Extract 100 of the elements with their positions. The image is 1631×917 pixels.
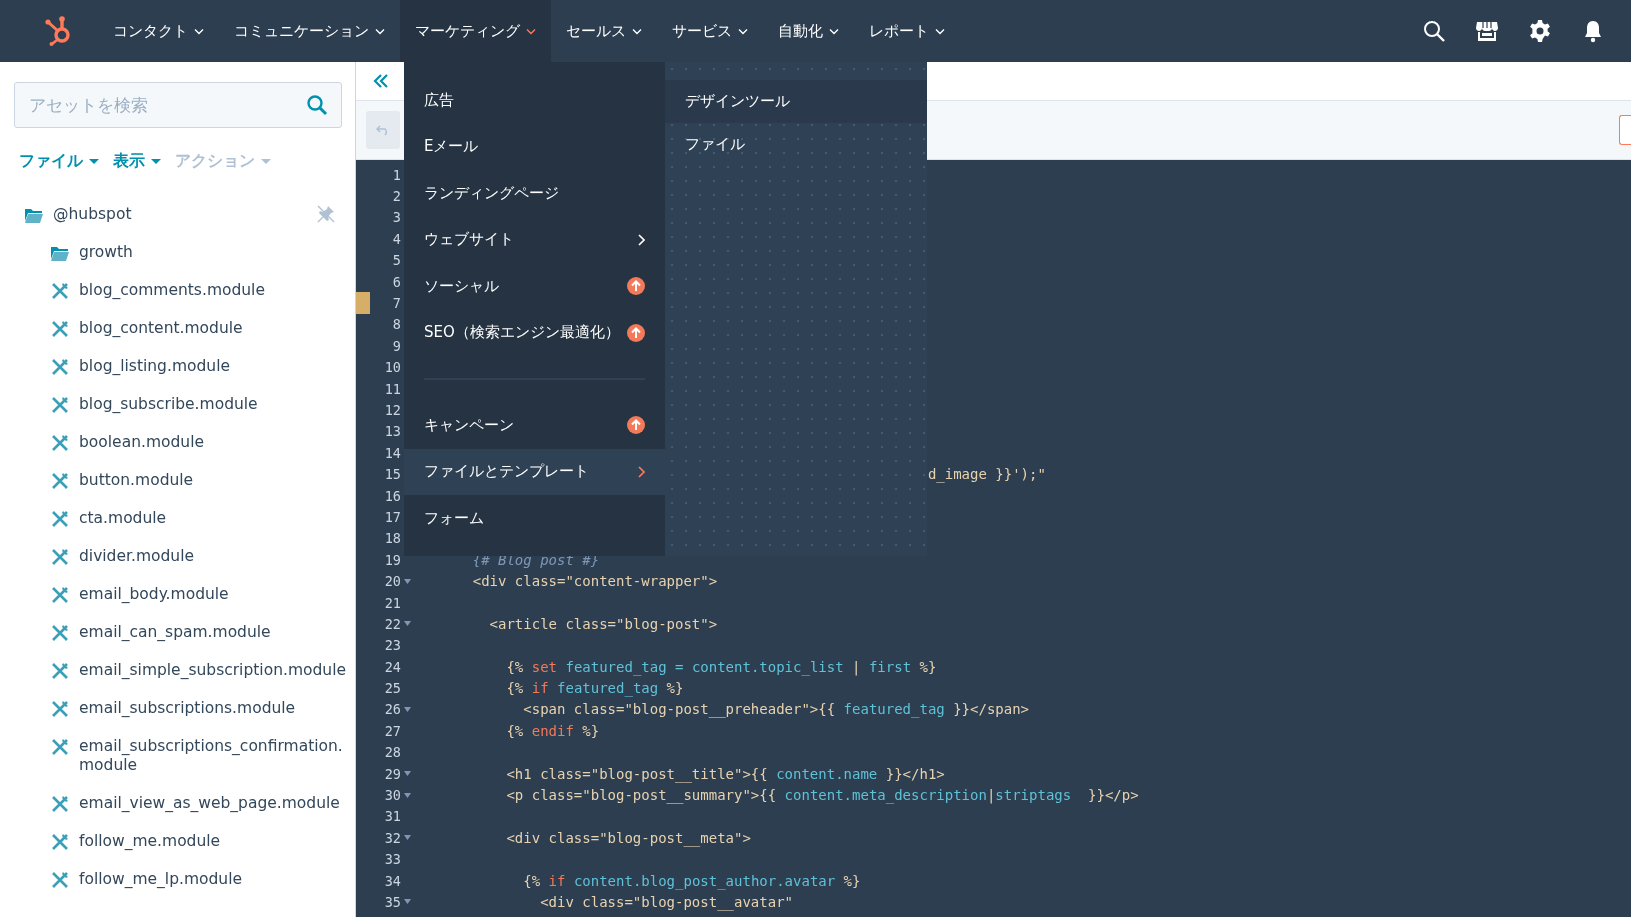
code-line: <div class="blog-post__meta"> [506, 829, 751, 846]
tree-item[interactable]: growth [24, 243, 355, 281]
line-number: 21 [383, 594, 401, 611]
tree-item[interactable]: blog_comments.module [24, 281, 355, 319]
line-number: 17 [383, 508, 401, 525]
nav-menu-item[interactable]: セールス [551, 0, 657, 62]
store-icon[interactable] [1475, 19, 1499, 43]
tree-item[interactable]: button.module [24, 471, 355, 509]
toolbar-button[interactable] [1619, 115, 1631, 145]
tools-icon [50, 358, 70, 376]
tree-item[interactable]: email_subscriptions.module [24, 699, 355, 737]
code-line: <p class="blog-post__summary">{{ content.meta_description|striptags }}</p> [506, 787, 1139, 803]
line-number: 5 [391, 252, 401, 269]
submenu-item[interactable]: デザインツール [665, 80, 927, 123]
nav-menu-item[interactable]: サービス [657, 0, 763, 62]
code-line: <div class="blog-post__avatar" [540, 893, 794, 910]
menu-item[interactable]: SEO（検索エンジン最適化） [404, 309, 665, 356]
menu-item[interactable]: Eメール [404, 123, 665, 170]
tree-item[interactable]: follow_me_lp.module [24, 870, 355, 908]
menu-item[interactable]: フォーム [404, 495, 665, 542]
tree-item[interactable]: divider.module [24, 547, 355, 585]
line-number: 6 [391, 273, 401, 290]
tools-icon [50, 738, 70, 756]
line-number: 34 [383, 872, 401, 889]
undo-icon [376, 124, 390, 136]
line-number: 20 [383, 573, 401, 590]
code-line: {% set featured_tag = content.topic_list | first %} [506, 658, 937, 675]
fold-arrow-icon[interactable] [404, 771, 411, 777]
caret-icon [526, 27, 536, 35]
code-line: d_image }}');" [927, 466, 1046, 483]
collapse-icon[interactable] [372, 73, 390, 89]
tools-icon [50, 662, 70, 680]
tools-icon [50, 795, 70, 813]
tree-item[interactable]: email_body.module [24, 585, 355, 623]
line-number: 28 [383, 744, 401, 761]
tools-icon [50, 586, 70, 604]
tools-icon [50, 871, 70, 889]
fold-arrow-icon[interactable] [404, 578, 411, 584]
caret-icon [632, 27, 642, 35]
tree-item[interactable]: email_simple_subscription.module [24, 661, 355, 699]
line-number: 22 [383, 615, 401, 632]
tree-item[interactable]: blog_content.module [24, 319, 355, 357]
line-number: 10 [383, 359, 401, 376]
tools-icon [50, 434, 70, 452]
caret-icon [829, 27, 839, 35]
fold-arrow-icon[interactable] [404, 899, 411, 905]
caret-icon [738, 27, 748, 35]
chevron-right-icon [637, 233, 645, 246]
submenu-item[interactable]: ファイル [665, 123, 927, 166]
caret-icon [151, 158, 161, 165]
nav-menu-item[interactable]: コンタクト [98, 0, 219, 62]
tools-icon [50, 472, 70, 490]
line-number: 19 [383, 551, 401, 568]
tools-icon [50, 833, 70, 851]
line-number: 29 [383, 765, 401, 782]
nav-menu-item[interactable]: 自動化 [763, 0, 854, 62]
fold-arrow-icon[interactable] [404, 835, 411, 841]
tree-item[interactable]: blog_subscribe.module [24, 395, 355, 433]
menu-item[interactable]: ウェブサイト [404, 216, 665, 263]
nav-menu-item[interactable]: マーケティング [400, 0, 551, 62]
line-number: 30 [383, 787, 401, 803]
search-icon[interactable] [1422, 19, 1446, 43]
code-line: {% if featured_tag %} [506, 680, 684, 697]
menu-item[interactable]: ファイルとテンプレート [404, 448, 665, 495]
menu-item[interactable]: 広告 [404, 77, 665, 124]
fold-arrow-icon[interactable] [404, 621, 411, 627]
menu-item[interactable]: ランディングページ [404, 170, 665, 217]
tree-item[interactable]: follow_me.module [24, 832, 355, 870]
line-number: 25 [383, 680, 401, 697]
line-number: 35 [383, 893, 401, 910]
code-line: <span class="blog-post__preheader">{{ featured_tag }}</span> [523, 701, 1030, 718]
tree-item[interactable]: email_view_as_web_page.module [24, 794, 355, 832]
line-number: 1 [391, 166, 401, 183]
tree-item[interactable]: email_subscriptions_confirmation.module [24, 737, 355, 794]
nav-menu-item[interactable]: コミュニケーション [219, 0, 400, 62]
line-number: 33 [383, 851, 401, 868]
line-number: 15 [383, 466, 401, 483]
folder-icon [50, 244, 70, 262]
menu-item[interactable]: キャンペーン [404, 402, 665, 449]
line-number: 12 [383, 402, 401, 418]
code-line: <div class="content-wrapper"> [472, 573, 718, 590]
line-number: 23 [383, 637, 401, 654]
tree-item[interactable]: @hubspot [24, 205, 355, 243]
fold-arrow-icon[interactable] [404, 792, 411, 798]
caret-icon [935, 27, 945, 35]
tree-item[interactable]: blog_listing.module [24, 357, 355, 395]
fold-arrow-icon[interactable] [404, 706, 411, 712]
line-number: 8 [391, 316, 401, 333]
menu-item[interactable]: ソーシャル [404, 263, 665, 310]
search-field[interactable]: アセットを検索 [14, 82, 342, 128]
line-number: 7 [391, 295, 401, 312]
dropdown-menu[interactable]: ファイル [19, 151, 99, 172]
tree-item[interactable]: cta.module [24, 509, 355, 547]
dropdown-menu[interactable]: 表示 [113, 151, 161, 172]
caret-icon [375, 27, 385, 35]
caret-icon [194, 27, 204, 35]
settings-icon[interactable] [1528, 19, 1552, 43]
tree-item[interactable]: email_can_spam.module [24, 623, 355, 661]
tree-item[interactable]: boolean.module [24, 433, 355, 471]
nav-menu-item[interactable]: レポート [854, 0, 960, 62]
